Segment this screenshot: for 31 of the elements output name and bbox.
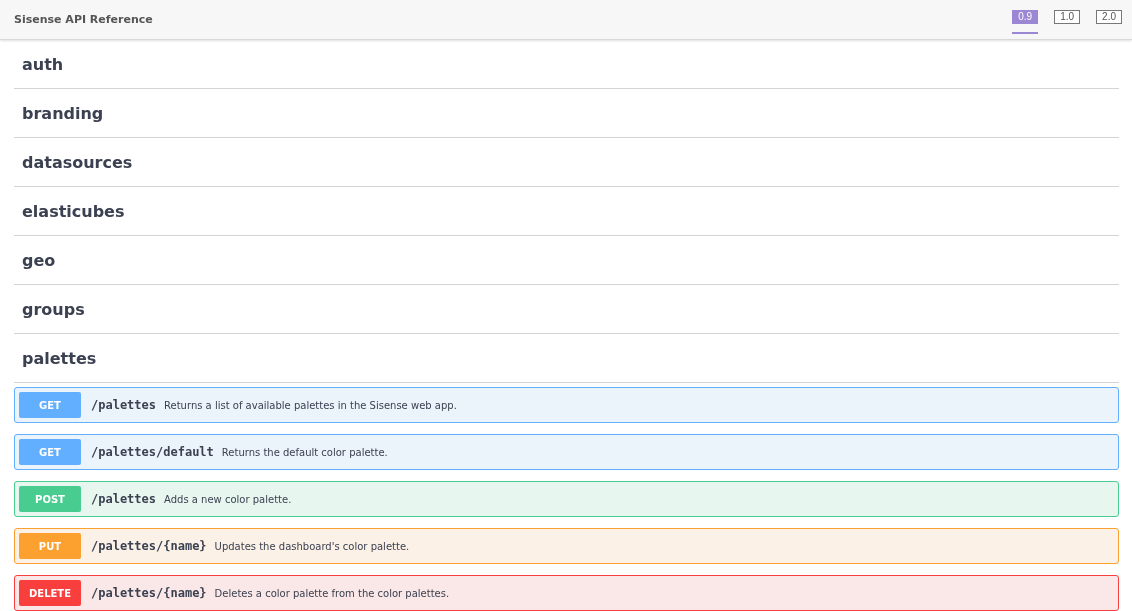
section-heading[interactable]: elasticubes	[14, 187, 1119, 236]
operation-summary: Updates the dashboard's color palette.	[214, 540, 410, 552]
section-heading[interactable]: groups	[14, 285, 1119, 334]
operation-row[interactable]: GET /palettes/default Returns the default color palette.	[14, 434, 1119, 470]
section-heading[interactable]: branding	[14, 89, 1119, 138]
operation-row[interactable]: DELETE /palettes/{name} Deletes a color palette from the color palettes.	[14, 575, 1119, 611]
version-tab[interactable]: 1.0	[1054, 10, 1081, 24]
version-tab[interactable]: 2.0	[1096, 10, 1122, 24]
method-badge: DELETE	[19, 580, 81, 606]
method-badge: GET	[19, 392, 81, 418]
section-heading[interactable]: datasources	[14, 138, 1119, 187]
endpoint-path: /palettes	[91, 492, 157, 506]
endpoint-path: /palettes	[91, 398, 157, 412]
section-heading[interactable]: palettes	[14, 334, 1119, 383]
endpoint-path: /palettes/{name}	[91, 539, 207, 553]
operation-summary: Adds a new color palette.	[164, 493, 292, 505]
endpoint-path: /palettes/{name}	[91, 586, 207, 600]
method-badge: POST	[19, 486, 81, 512]
method-badge: PUT	[19, 533, 81, 559]
operation-summary: Returns a list of available palettes in the Sisense web app.	[164, 399, 457, 411]
operation-row[interactable]: GET /palettes Returns a list of available palettes in the Sisense web app.	[14, 387, 1119, 423]
section-heading[interactable]: geo	[14, 236, 1119, 285]
operation-summary: Returns the default color palette.	[221, 446, 388, 458]
operation-row[interactable]: POST /palettes Adds a new color palette.	[14, 481, 1119, 517]
selected-underline	[1012, 32, 1039, 34]
endpoint-path: /palettes/default	[91, 445, 214, 459]
method-badge: GET	[19, 439, 81, 465]
operation-row[interactable]: PUT /palettes/{name} Updates the dashboard's color palette.	[14, 528, 1119, 564]
section-heading[interactable]: auth	[14, 40, 1119, 89]
operation-summary: Deletes a color palette from the color palettes.	[214, 587, 450, 599]
page-title: Sisense API Reference	[14, 13, 153, 26]
